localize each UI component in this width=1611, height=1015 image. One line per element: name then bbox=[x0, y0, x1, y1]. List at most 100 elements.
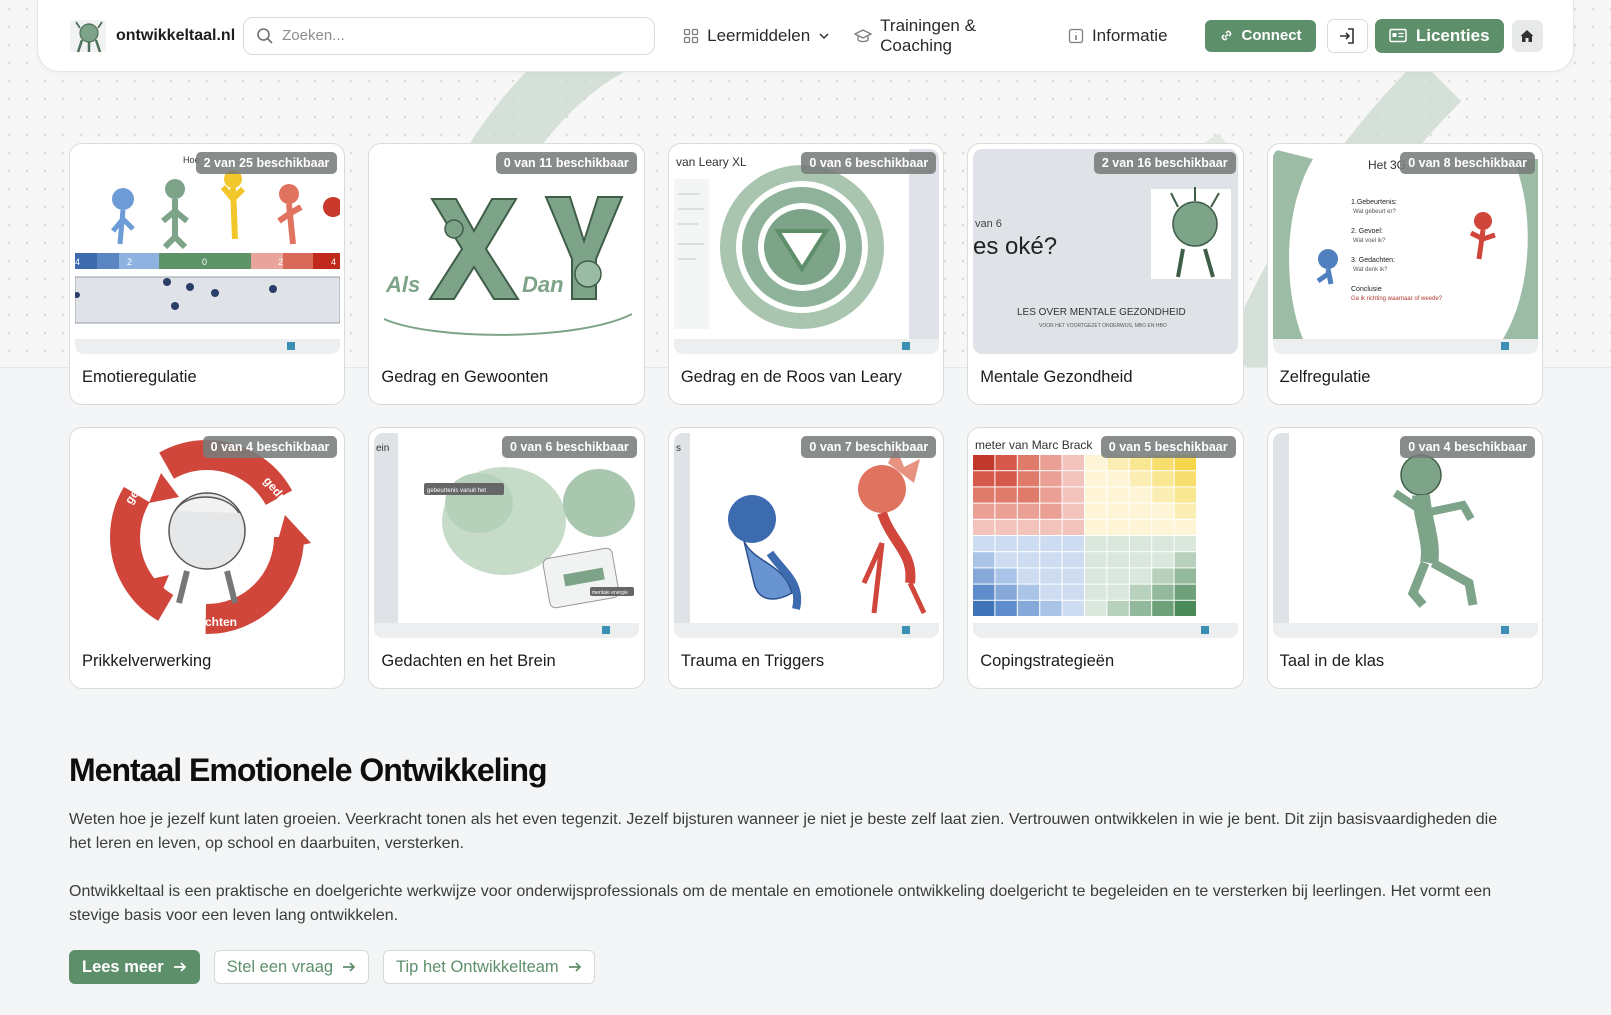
course-thumbnail bbox=[1272, 433, 1538, 638]
thumb-word: gedachten bbox=[177, 615, 237, 629]
course-title: Gedachten en het Brein bbox=[381, 652, 556, 670]
mood-cell bbox=[1107, 487, 1130, 503]
mood-cell bbox=[1040, 600, 1062, 616]
mood-cell bbox=[1018, 552, 1040, 568]
course-card-gedrag-gewoonten[interactable]: Als Dan 0 van 11 beschikbaar Gedrag en G… bbox=[368, 143, 645, 405]
mood-cell bbox=[1018, 519, 1040, 535]
mood-cell bbox=[1040, 455, 1062, 471]
site-logo[interactable]: ontwikkeltaal.nl bbox=[68, 16, 235, 56]
intro-actions: Lees meer Stel een vraag Tip het Ontwikk… bbox=[69, 950, 1549, 984]
mood-cell bbox=[1040, 519, 1062, 535]
mood-cell bbox=[1062, 536, 1085, 552]
course-card-gedachten-brein[interactable]: ein gebeurtenis vanuit het mentale energ… bbox=[368, 427, 645, 689]
scale-label: 0 bbox=[202, 257, 207, 267]
search-box[interactable] bbox=[243, 16, 656, 55]
scale-label: 4 bbox=[75, 257, 80, 267]
mood-cell bbox=[1174, 503, 1197, 519]
mood-cell bbox=[1174, 536, 1197, 552]
nav-leermiddelen[interactable]: Leermiddelen bbox=[683, 26, 830, 46]
mood-cell bbox=[1062, 519, 1085, 535]
mood-cell bbox=[1130, 471, 1152, 487]
stel-een-vraag-label: Stel een vraag bbox=[226, 957, 334, 976]
course-card-emotieregulatie[interactable]: Hoe 4 2 0 2 4 2 van 25 beschikbaar Emoti… bbox=[69, 143, 346, 405]
nav-trainingen-label: Trainingen & Coaching bbox=[880, 15, 976, 55]
nav-trainingen[interactable]: Trainingen & Coaching bbox=[854, 16, 1044, 56]
mood-cell bbox=[1152, 471, 1174, 487]
course-card-mentale-gezondheid[interactable]: van 6 es oké? LES OVER MENTALE GEZONDHEI… bbox=[967, 143, 1244, 405]
mood-cell bbox=[995, 487, 1018, 503]
thumb-item: 1.Gebeurtenis: bbox=[1351, 199, 1397, 206]
search-input[interactable] bbox=[282, 27, 643, 44]
mood-cell bbox=[1018, 455, 1040, 471]
mood-cell bbox=[1130, 552, 1152, 568]
mood-cell bbox=[1174, 471, 1197, 487]
thumb-dan: Dan bbox=[522, 272, 564, 297]
top-navigation-bar: ontwikkeltaal.nl Leermiddelen bbox=[37, 0, 1574, 72]
arrow-right-icon bbox=[343, 962, 356, 972]
thumb-item: Wat gebeurt er? bbox=[1353, 209, 1396, 215]
course-title: Prikkelverwerking bbox=[82, 652, 212, 670]
availability-badge: 0 van 6 beschikbaar bbox=[501, 436, 637, 458]
mood-cell bbox=[1018, 487, 1040, 503]
main-nav: Leermiddelen Trainingen & Coaching Infor… bbox=[683, 16, 1168, 56]
course-thumbnail: Het 3G 1.Gebeurtenis: Wat gebeurt er? 2.… bbox=[1272, 149, 1538, 354]
mood-cell bbox=[973, 568, 995, 584]
mood-cell bbox=[1085, 600, 1107, 616]
mood-cell bbox=[1062, 568, 1085, 584]
course-card-taal-in-de-klas[interactable]: 0 van 4 beschikbaar Taal in de klas bbox=[1266, 427, 1544, 689]
course-thumbnail: Als Dan bbox=[374, 149, 640, 354]
mood-cell bbox=[1040, 552, 1062, 568]
thumb-label: gebeurtenis vanuit het bbox=[427, 488, 486, 494]
course-thumbnail: s bbox=[673, 433, 939, 638]
stel-een-vraag-button[interactable]: Stel een vraag bbox=[213, 950, 370, 984]
scale-label: 4 bbox=[331, 257, 336, 267]
mood-cell bbox=[1040, 503, 1062, 519]
mood-cell bbox=[1152, 519, 1174, 535]
mood-cell bbox=[1040, 536, 1062, 552]
mood-cell bbox=[973, 600, 995, 616]
intro-paragraph-1: Weten hoe je jezelf kunt laten groeien. … bbox=[69, 811, 1498, 852]
home-button[interactable] bbox=[1511, 19, 1544, 52]
thumb-sub: VOOR HET VOORTGEZET ONDERWIJS, MBO EN HB… bbox=[1039, 323, 1167, 329]
mood-cell bbox=[1130, 568, 1152, 584]
connect-button[interactable]: Connect bbox=[1204, 19, 1316, 52]
thumb-item: 3. Gedachten: bbox=[1351, 257, 1395, 264]
section-title: Mentaal Emotionele Ontwikkeling bbox=[69, 752, 548, 788]
nav-informatie[interactable]: Informatie bbox=[1068, 26, 1168, 46]
course-card-roos-van-leary[interactable]: van Leary XL 0 van 6 beschikbaar Gedrag … bbox=[667, 143, 945, 405]
mood-cell bbox=[973, 455, 995, 471]
mood-cell bbox=[1062, 600, 1085, 616]
mood-cell bbox=[973, 552, 995, 568]
mood-cell bbox=[1152, 584, 1174, 600]
search-icon bbox=[257, 27, 273, 44]
intro-section: Mentaal Emotionele Ontwikkeling Weten ho… bbox=[69, 752, 1549, 984]
course-card-copingstrategieen[interactable]: meter van Marc Brack 0 van 5 beschikbaar… bbox=[967, 427, 1244, 689]
mood-cell bbox=[1062, 487, 1085, 503]
logo-text: ontwikkeltaal.nl bbox=[116, 26, 236, 44]
licenties-button[interactable]: Licenties bbox=[1374, 18, 1504, 53]
mood-cell bbox=[1040, 584, 1062, 600]
availability-badge: 0 van 5 beschikbaar bbox=[1100, 436, 1236, 458]
availability-badge: 0 van 8 beschikbaar bbox=[1400, 152, 1536, 174]
availability-badge: 0 van 7 beschikbaar bbox=[801, 436, 937, 458]
availability-badge: 0 van 6 beschikbaar bbox=[801, 152, 937, 174]
mood-cell bbox=[1130, 600, 1152, 616]
course-row-1: Hoe 4 2 0 2 4 2 van 25 beschikbaar Emoti… bbox=[69, 143, 1544, 405]
mood-cell bbox=[995, 519, 1018, 535]
mood-cell bbox=[1018, 536, 1040, 552]
availability-badge: 2 van 25 beschikbaar bbox=[195, 152, 338, 174]
mood-cell bbox=[1062, 503, 1085, 519]
course-card-zelfregulatie[interactable]: Het 3G 1.Gebeurtenis: Wat gebeurt er? 2.… bbox=[1266, 143, 1544, 405]
mood-cell bbox=[1085, 568, 1107, 584]
course-card-trauma-triggers[interactable]: s 0 van 7 beschikbaar Trauma en Triggers bbox=[667, 427, 945, 689]
mood-cell bbox=[1174, 600, 1197, 616]
course-row-2: gevoel gedrag gedachten 0 van 4 beschikb… bbox=[69, 427, 1544, 689]
mood-cell bbox=[995, 455, 1018, 471]
tip-ontwikkelteam-button[interactable]: Tip het Ontwikkelteam bbox=[383, 950, 595, 984]
mood-cell bbox=[973, 519, 995, 535]
lees-meer-button[interactable]: Lees meer bbox=[69, 950, 200, 984]
mood-cell bbox=[1062, 552, 1085, 568]
nav-informatie-label: Informatie bbox=[1091, 25, 1168, 45]
course-card-prikkelverwerking[interactable]: gevoel gedrag gedachten 0 van 4 beschikb… bbox=[69, 427, 346, 689]
login-button[interactable] bbox=[1326, 18, 1368, 53]
